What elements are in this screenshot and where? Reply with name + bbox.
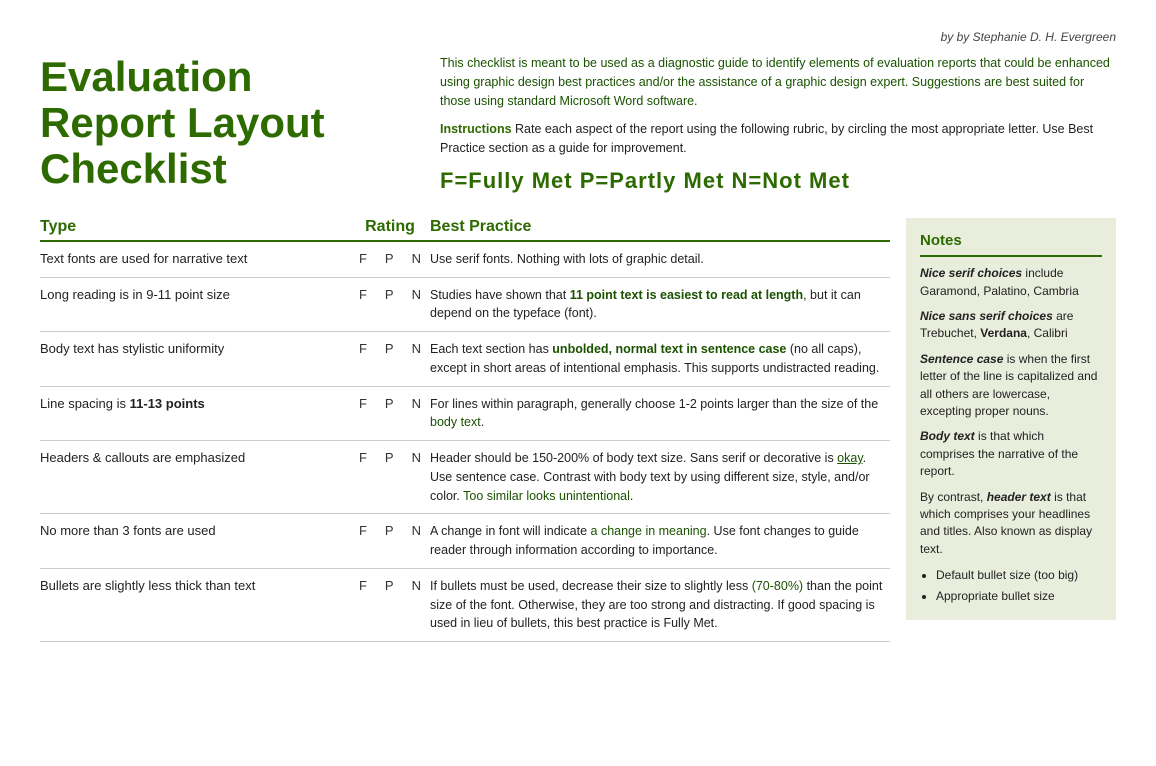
notes-sentence-case-label: Sentence case bbox=[920, 352, 1003, 366]
rating-f: F bbox=[359, 523, 367, 538]
title-block: EvaluationReport LayoutChecklist bbox=[40, 54, 430, 193]
instructions-label: Instructions bbox=[440, 122, 512, 136]
row3-bestpractice: Each text section has unbolded, normal t… bbox=[430, 340, 890, 378]
notes-sans-serif-label: Nice sans serif choices bbox=[920, 309, 1053, 323]
row6-type: No more than 3 fonts are used bbox=[40, 522, 350, 540]
rating-f: F bbox=[359, 396, 367, 411]
rating-n: N bbox=[412, 450, 421, 465]
rating-p: P bbox=[385, 341, 394, 356]
row1-rating: F P N bbox=[350, 250, 430, 266]
rating-p: P bbox=[385, 523, 394, 538]
rating-n: N bbox=[412, 578, 421, 593]
row2-type: Long reading is in 9-11 point size bbox=[40, 286, 350, 304]
row4-rating: F P N bbox=[350, 395, 430, 411]
notes-body-text-label: Body text bbox=[920, 429, 975, 443]
row1-bestpractice: Use serif fonts. Nothing with lots of gr… bbox=[430, 250, 890, 269]
row3-rating: F P N bbox=[350, 340, 430, 356]
rating-n: N bbox=[412, 341, 421, 356]
rating-f: F bbox=[359, 578, 367, 593]
notes-bullet-2: Appropriate bullet size bbox=[936, 587, 1102, 605]
col-rating-header: Rating bbox=[350, 218, 430, 236]
table-header-row: Type Rating Best Practice bbox=[40, 218, 890, 242]
rating-p: P bbox=[385, 251, 394, 266]
row7-bestpractice: If bullets must be used, decrease their … bbox=[430, 577, 890, 633]
intro-text: This checklist is meant to be used as a … bbox=[440, 54, 1116, 110]
table-row: Headers & callouts are emphasized F P N … bbox=[40, 441, 890, 514]
notes-header: Notes bbox=[920, 230, 1102, 258]
rating-n: N bbox=[412, 523, 421, 538]
row6-bestpractice: A change in font will indicate a change … bbox=[430, 522, 890, 560]
notes-header-text: By contrast, header text is that which c… bbox=[920, 489, 1102, 559]
instructions-body: Rate each aspect of the report using the… bbox=[440, 122, 1093, 155]
table-row: Text fonts are used for narrative text F… bbox=[40, 242, 890, 278]
page-title: EvaluationReport LayoutChecklist bbox=[40, 54, 430, 193]
notes-header-text-label: header text bbox=[987, 490, 1051, 504]
row5-type: Headers & callouts are emphasized bbox=[40, 449, 350, 467]
row6-rating: F P N bbox=[350, 522, 430, 538]
top-section: EvaluationReport LayoutChecklist This ch… bbox=[40, 54, 1116, 194]
row2-rating: F P N bbox=[350, 286, 430, 302]
col-type-header: Type bbox=[40, 218, 350, 236]
instructions-text: Instructions Rate each aspect of the rep… bbox=[440, 120, 1116, 158]
rating-f: F bbox=[359, 287, 367, 302]
notes-sentence-case: Sentence case is when the first letter o… bbox=[920, 351, 1102, 421]
intro-block: This checklist is meant to be used as a … bbox=[430, 54, 1116, 194]
table-row: Body text has stylistic uniformity F P N… bbox=[40, 332, 890, 387]
notes-bullets-list: Default bullet size (too big) Appropriat… bbox=[920, 566, 1102, 605]
rating-p: P bbox=[385, 287, 394, 302]
row3-type: Body text has stylistic uniformity bbox=[40, 340, 350, 358]
checklist-table: Type Rating Best Practice Text fonts are… bbox=[40, 218, 890, 642]
notes-serif-label: Nice serif choices bbox=[920, 266, 1022, 280]
rating-p: P bbox=[385, 396, 394, 411]
col-bestpractice-header: Best Practice bbox=[430, 218, 890, 236]
table-row: Long reading is in 9-11 point size F P N… bbox=[40, 278, 890, 333]
row4-bestpractice: For lines within paragraph, generally ch… bbox=[430, 395, 890, 433]
author-name: by Stephanie D. H. Evergreen bbox=[957, 30, 1116, 44]
notes-sans-serif: Nice sans serif choices are Trebuchet, V… bbox=[920, 308, 1102, 343]
page: by by Stephanie D. H. Evergreen Evaluati… bbox=[0, 0, 1156, 766]
rating-n: N bbox=[412, 287, 421, 302]
row2-bestpractice: Studies have shown that 11 point text is… bbox=[430, 286, 890, 324]
byline: by by Stephanie D. H. Evergreen bbox=[40, 30, 1116, 44]
notes-box: Notes Nice serif choices include Garamon… bbox=[906, 218, 1116, 620]
rating-f: F bbox=[359, 450, 367, 465]
notes-serif: Nice serif choices include Garamond, Pal… bbox=[920, 265, 1102, 300]
table-row: No more than 3 fonts are used F P N A ch… bbox=[40, 514, 890, 569]
rating-p: P bbox=[385, 450, 394, 465]
row5-bestpractice: Header should be 150-200% of body text s… bbox=[430, 449, 890, 505]
rating-n: N bbox=[412, 396, 421, 411]
notes-bullet-1: Default bullet size (too big) bbox=[936, 566, 1102, 584]
rating-scale: F=Fully Met P=Partly Met N=Not Met bbox=[440, 168, 1116, 194]
rating-f: F bbox=[359, 341, 367, 356]
row1-type: Text fonts are used for narrative text bbox=[40, 250, 350, 268]
notes-body-text: Body text is that which comprises the na… bbox=[920, 428, 1102, 480]
rating-f: F bbox=[359, 251, 367, 266]
table-row: Bullets are slightly less thick than tex… bbox=[40, 569, 890, 642]
row7-rating: F P N bbox=[350, 577, 430, 593]
table-row: Line spacing is 11-13 points F P N For l… bbox=[40, 387, 890, 442]
rating-p: P bbox=[385, 578, 394, 593]
row4-type: Line spacing is 11-13 points bbox=[40, 395, 350, 413]
rating-n: N bbox=[412, 251, 421, 266]
row7-type: Bullets are slightly less thick than tex… bbox=[40, 577, 350, 595]
row5-rating: F P N bbox=[350, 449, 430, 465]
main-table-section: Type Rating Best Practice Text fonts are… bbox=[40, 218, 1116, 642]
